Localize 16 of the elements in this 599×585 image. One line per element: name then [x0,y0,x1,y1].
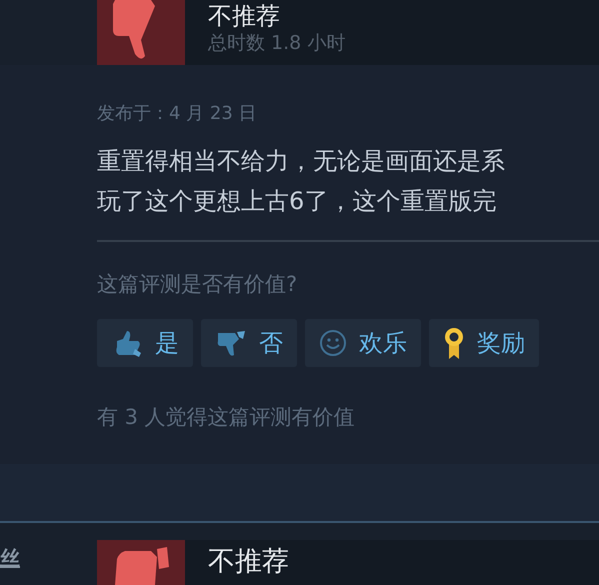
vote-button[interactable]: 否 [201,319,297,367]
award-ribbon-icon [443,326,465,360]
helpful-count: 有 3 人觉得这篇评测有价值 [97,404,356,431]
vote-button[interactable]: 是 [97,319,193,367]
vote-button[interactable]: 奖励 [429,319,539,367]
posted-date: 发布于：4 月 23 日 [97,102,258,125]
review-text-line: 重置得相当不给力，无论是画面还是系 [97,146,506,177]
vote-button[interactable]: 欢乐 [305,319,421,367]
smiley-icon [319,329,347,357]
verdict-title: 不推荐 [208,548,289,576]
helpful-prompt: 这篇评测是否有价值? [97,271,298,298]
playtime-text: 总时数 1.8 小时 [208,31,346,56]
review-text-line: 玩了这个更想上古6了，这个重置版完 [97,186,498,217]
author-link[interactable]: 丝 [0,545,20,572]
verdict-title: 不推荐 [208,2,281,30]
thumb-down-icon [215,329,247,357]
